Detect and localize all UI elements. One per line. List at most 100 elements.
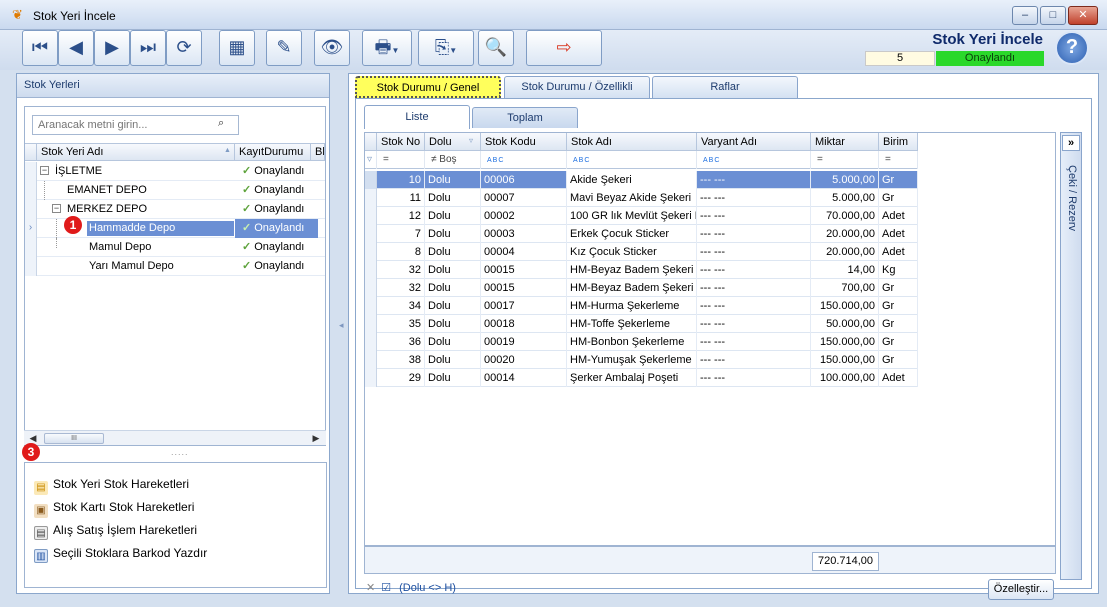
cell-dolu[interactable]: Dolu [425, 171, 481, 189]
first-record-icon[interactable]: ⏮ [22, 30, 58, 66]
filter-stock-name[interactable]: ABC [567, 151, 697, 169]
cell-variant-name[interactable]: --- --- [697, 279, 811, 297]
search-input[interactable] [32, 115, 239, 135]
column-record-status[interactable]: KayıtDurumu [235, 144, 311, 161]
collapse-icon[interactable]: − [52, 204, 61, 213]
tree-row[interactable]: Yarı Mamul Depo ✓ Onaylandı [25, 257, 325, 276]
help-icon[interactable]: ? [1055, 31, 1089, 65]
cell-stock-code[interactable]: 00002 [481, 207, 567, 225]
last-record-icon[interactable]: ⏭ [130, 30, 166, 66]
cell-stock-name[interactable]: Akide Şekeri [567, 171, 697, 189]
column-bl[interactable]: Bl [311, 144, 325, 161]
search-icon[interactable]: ⌕ [218, 117, 224, 130]
scroll-thumb[interactable]: III [44, 433, 104, 444]
tab-shelves[interactable]: Raflar [652, 76, 798, 98]
cell-stock-code[interactable]: 00015 [481, 279, 567, 297]
splitter-handle[interactable]: ..... [171, 447, 189, 457]
cell-dolu[interactable]: Dolu [425, 297, 481, 315]
cell-variant-name[interactable]: --- --- [697, 351, 811, 369]
cell-quantity[interactable]: 20.000,00 [811, 243, 879, 261]
filter-stock-no[interactable]: = [377, 151, 425, 169]
cell-stock-no[interactable]: 32 [377, 279, 425, 297]
next-record-icon[interactable]: ▶ [94, 30, 130, 66]
cell-dolu[interactable]: Dolu [425, 225, 481, 243]
cell-stock-name[interactable]: HM-Bonbon Şekerleme [567, 333, 697, 351]
cell-stock-code[interactable]: 00015 [481, 261, 567, 279]
cell-stock-name[interactable]: HM-Yumuşak Şekerleme [567, 351, 697, 369]
column-stock-code[interactable]: Stok Kodu [481, 133, 567, 151]
cell-stock-no[interactable]: 11 [377, 189, 425, 207]
cell-quantity[interactable]: 70.000,00 [811, 207, 879, 225]
cell-variant-name[interactable]: --- --- [697, 333, 811, 351]
cell-stock-code[interactable]: 00003 [481, 225, 567, 243]
cell-stock-name[interactable]: Erkek Çocuk Sticker [567, 225, 697, 243]
tree-row[interactable]: Mamul Depo ✓ Onaylandı [25, 238, 325, 257]
filter-quantity[interactable]: = [811, 151, 879, 169]
cell-stock-no[interactable]: 29 [377, 369, 425, 387]
edit-icon[interactable]: ✎ [266, 30, 302, 66]
cell-quantity[interactable]: 150.000,00 [811, 351, 879, 369]
cell-stock-code[interactable]: 00014 [481, 369, 567, 387]
cell-quantity[interactable]: 5.000,00 [811, 189, 879, 207]
cell-unit[interactable]: Adet [879, 207, 918, 225]
horizontal-scrollbar[interactable]: ◀ III ▶ [24, 430, 326, 445]
exit-door-icon[interactable]: ⇨ [526, 30, 602, 66]
cell-unit[interactable]: Kg [879, 261, 918, 279]
cell-dolu[interactable]: Dolu [425, 261, 481, 279]
cell-stock-code[interactable]: 00004 [481, 243, 567, 261]
cell-variant-name[interactable]: --- --- [697, 171, 811, 189]
cell-dolu[interactable]: Dolu [425, 369, 481, 387]
cell-dolu[interactable]: Dolu [425, 243, 481, 261]
cell-dolu[interactable]: Dolu [425, 279, 481, 297]
cell-variant-name[interactable]: --- --- [697, 207, 811, 225]
cell-dolu[interactable]: Dolu [425, 207, 481, 225]
cell-variant-name[interactable]: --- --- [697, 369, 811, 387]
expand-side-panel-icon[interactable]: » [1062, 135, 1080, 151]
cell-variant-name[interactable]: --- --- [697, 315, 811, 333]
cell-variant-name[interactable]: --- --- [697, 297, 811, 315]
action-print-barcode[interactable]: ▥ Seçili Stoklara Barkod Yazdır [34, 544, 207, 563]
cell-stock-no[interactable]: 36 [377, 333, 425, 351]
cell-stock-name[interactable]: 100 GR lık Mevlüt Şekeri Pos [567, 207, 697, 225]
cell-dolu[interactable]: Dolu [425, 315, 481, 333]
action-purchase-sale-movements[interactable]: ▤ Alış Satış İşlem Hareketleri [34, 521, 197, 540]
cell-dolu[interactable]: Dolu [425, 189, 481, 207]
cell-stock-code[interactable]: 00017 [481, 297, 567, 315]
close-button[interactable]: ✕ [1068, 6, 1098, 25]
cell-stock-name[interactable]: Şerker Ambalaj Poşeti [567, 369, 697, 387]
cell-stock-name[interactable]: Mavi Beyaz Akide Şekeri [567, 189, 697, 207]
column-quantity[interactable]: Miktar [811, 133, 879, 151]
cell-stock-name[interactable]: Kız Çocuk Sticker [567, 243, 697, 261]
cell-unit[interactable]: Gr [879, 351, 918, 369]
filter-expression[interactable]: (Dolu <> H) [399, 582, 456, 594]
cell-variant-name[interactable]: --- --- [697, 261, 811, 279]
cell-quantity[interactable]: 14,00 [811, 261, 879, 279]
cell-quantity[interactable]: 5.000,00 [811, 171, 879, 189]
prev-record-icon[interactable]: ◀ [58, 30, 94, 66]
cell-unit[interactable]: Adet [879, 369, 918, 387]
minimize-button[interactable]: – [1012, 6, 1038, 25]
preview-icon[interactable]: 👁 [314, 30, 350, 66]
cell-quantity[interactable]: 150.000,00 [811, 333, 879, 351]
cell-stock-name[interactable]: HM-Beyaz Badem Şekeri [567, 261, 697, 279]
maximize-button[interactable]: □ [1040, 6, 1066, 25]
cell-unit[interactable]: Adet [879, 243, 918, 261]
cell-variant-name[interactable]: --- --- [697, 225, 811, 243]
cell-stock-name[interactable]: HM-Toffe Şekerleme [567, 315, 697, 333]
table-row-selected[interactable]: 10 Dolu 00006 Akide Şekeri --- --- 5.000,00 Gr [365, 171, 918, 189]
filter-enabled-checkbox[interactable]: ☑ [381, 582, 391, 594]
column-filter-icon[interactable]: ▿ [469, 136, 473, 145]
table-row[interactable]: 34 Dolu 00017 HM-Hurma Şekerleme --- --- 150.… [365, 297, 918, 315]
cell-stock-no[interactable]: 7 [377, 225, 425, 243]
cell-unit[interactable]: Gr [879, 297, 918, 315]
tree-row[interactable]: EMANET DEPO ✓ Onaylandı [25, 181, 325, 200]
cell-dolu[interactable]: Dolu [425, 333, 481, 351]
side-panel-label[interactable]: Çeki / Rezerv [1064, 165, 1078, 275]
cell-unit[interactable]: Gr [879, 279, 918, 297]
filter-unit[interactable]: = [879, 151, 918, 169]
action-stock-card-movements[interactable]: ▣ Stok Kartı Stok Hareketleri [34, 498, 194, 518]
table-row[interactable]: 38 Dolu 00020 HM-Yumuşak Şekerleme --- --- 15… [365, 351, 918, 369]
cell-stock-name[interactable]: HM-Hurma Şekerleme [567, 297, 697, 315]
cell-stock-code[interactable]: 00006 [481, 171, 567, 189]
table-row[interactable]: 29 Dolu 00014 Şerker Ambalaj Poşeti --- --- 1… [365, 369, 918, 387]
